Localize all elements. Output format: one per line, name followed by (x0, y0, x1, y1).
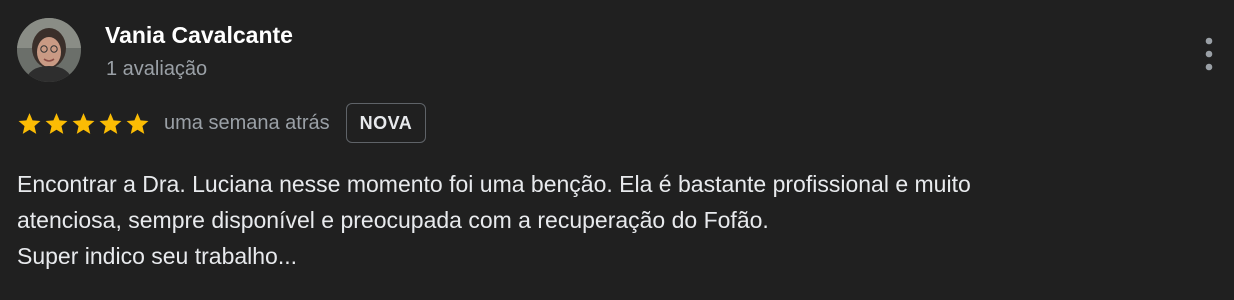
more-vert-icon (1205, 37, 1213, 71)
author-review-count[interactable]: 1 avaliação (106, 58, 207, 81)
star-icon (99, 112, 122, 134)
star-icon (72, 112, 95, 134)
avatar-photo (17, 18, 81, 82)
rating-row: uma semana atrás NOVA (17, 101, 427, 145)
review-timestamp: uma semana atrás (164, 111, 330, 134)
star-icon (18, 112, 41, 134)
more-options-button[interactable] (1194, 32, 1224, 76)
author-name[interactable]: Vania Cavalcante (105, 22, 293, 49)
review-text-line: atenciosa, sempre disponível e preocupad… (17, 207, 769, 233)
star-icon (45, 112, 68, 134)
avatar[interactable] (17, 18, 81, 82)
review-text: Encontrar a Dra. Luciana nesse momento f… (17, 166, 1207, 274)
star-icon (126, 112, 149, 134)
star-rating (17, 111, 150, 136)
review-text-line: Super indico seu trabalho... (17, 243, 298, 269)
review-card: Vania Cavalcante 1 avaliação uma semana … (0, 0, 1234, 300)
new-badge: NOVA (345, 103, 427, 143)
review-text-line: Encontrar a Dra. Luciana nesse momento f… (17, 171, 971, 197)
